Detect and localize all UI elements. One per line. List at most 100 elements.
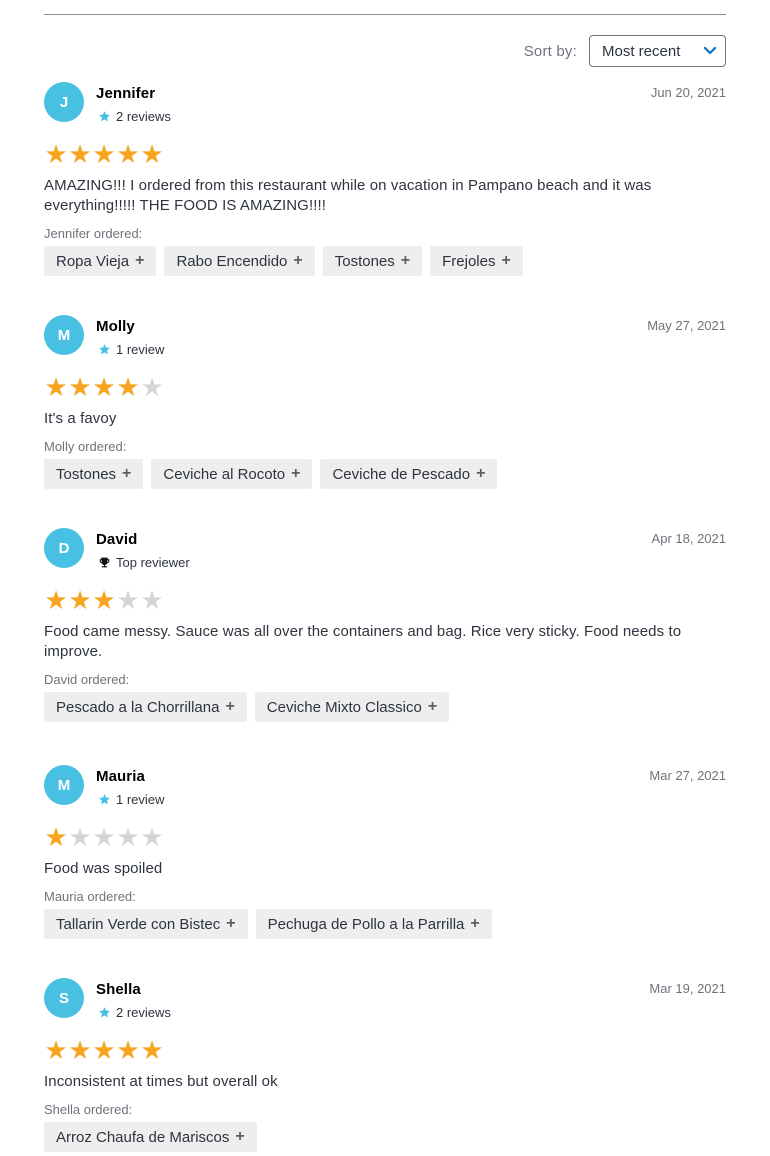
avatar: J — [44, 82, 84, 122]
ordered-item-chip[interactable]: Ceviche de Pescado + — [320, 459, 498, 489]
trophy-icon — [96, 554, 112, 570]
ordered-item-label: Pechuga de Pollo a la Parrilla — [267, 915, 465, 933]
review-card: J Jennifer 2 reviews Jun 20, 2021 ★ ★ ★ ★ ★ … — [44, 82, 726, 276]
star-empty-icon: ★ — [140, 822, 164, 852]
star-empty-icon: ★ — [68, 822, 92, 852]
review-date: Jun 20, 2021 — [650, 85, 726, 100]
review-text: Food came messy. Sauce was all over the … — [44, 623, 682, 660]
review-header: J Jennifer 2 reviews Jun 20, 2021 — [44, 82, 726, 134]
star-empty-icon: ★ — [116, 822, 140, 852]
star-filled-icon: ★ — [116, 1035, 140, 1065]
ordered-item-label: Ropa Vieja — [56, 252, 130, 270]
plus-icon: + — [501, 252, 511, 269]
ordered-item-label: Pescado a la Chorrillana — [56, 698, 220, 716]
sort-control: Sort by: Most recent — [524, 35, 726, 67]
ordered-item-chip[interactable]: Pescado a la Chorrillana + — [44, 692, 247, 722]
ordered-item-label: Arroz Chaufa de Mariscos — [56, 1128, 230, 1146]
reviewer-meta: Top reviewer — [96, 554, 190, 570]
star-empty-icon: ★ — [116, 585, 140, 615]
chevron-down-icon — [703, 46, 717, 56]
review-header: S Shella 2 reviews Mar 19, 2021 — [44, 978, 726, 1030]
plus-icon: + — [470, 915, 480, 932]
ordered-items: Tostones + Ceviche al Rocoto + Ceviche de Pe… — [44, 459, 726, 489]
section-divider — [44, 14, 726, 15]
reviewer-meta-text: 2 reviews — [116, 108, 171, 124]
star-filled-icon: ★ — [92, 1035, 116, 1065]
ordered-label: Molly ordered: — [44, 439, 127, 454]
avatar: D — [44, 528, 84, 568]
ordered-item-chip[interactable]: Arroz Chaufa de Mariscos + — [44, 1122, 257, 1152]
ordered-item-label: Tallarin Verde con Bistec — [56, 915, 221, 933]
reviewer-name: David — [96, 531, 138, 548]
star-rating: ★ ★ ★ ★ ★ — [44, 822, 726, 852]
reviewer-meta-text: Top reviewer — [116, 554, 190, 570]
review-date: Mar 27, 2021 — [649, 768, 726, 783]
plus-icon: + — [293, 252, 303, 269]
reviewer-name: Mauria — [96, 768, 145, 785]
star-filled-icon: ★ — [116, 139, 140, 169]
star-empty-icon: ★ — [92, 822, 116, 852]
reviewer-meta-text: 1 review — [116, 341, 165, 357]
ordered-item-chip[interactable]: Ceviche al Rocoto + — [151, 459, 313, 489]
avatar: S — [44, 978, 84, 1018]
plus-icon: + — [226, 915, 236, 932]
star-filled-icon: ★ — [140, 1035, 164, 1065]
star-filled-icon: ★ — [44, 139, 68, 169]
plus-icon: + — [135, 252, 145, 269]
ordered-item-chip[interactable]: Ropa Vieja + — [44, 246, 157, 276]
reviewer-meta: 2 reviews — [96, 108, 171, 124]
ordered-item-chip[interactable]: Frejoles + — [430, 246, 523, 276]
star-filled-icon: ★ — [92, 585, 116, 615]
review-header: D David Top reviewer Apr 18, 2021 — [44, 528, 726, 580]
avatar: M — [44, 765, 84, 805]
ordered-item-label: Frejoles — [442, 252, 496, 270]
reviewer-meta: 2 reviews — [96, 1004, 171, 1020]
review-card: M Molly 1 review May 27, 2021 ★ ★ ★ ★ ★ It's… — [44, 315, 726, 489]
sort-select[interactable]: Most recent — [589, 35, 726, 67]
star-filled-icon: ★ — [140, 139, 164, 169]
reviewer-name: Molly — [96, 318, 135, 335]
plus-icon: + — [427, 698, 438, 715]
star-filled-icon: ★ — [68, 585, 92, 615]
plus-icon: + — [225, 698, 235, 715]
review-date: Mar 19, 2021 — [649, 981, 726, 996]
review-date: May 27, 2021 — [647, 318, 726, 333]
reviewer-name: Jennifer — [96, 85, 156, 102]
star-filled-icon: ★ — [44, 822, 68, 852]
ordered-label: Shella ordered: — [44, 1102, 133, 1117]
star-filled-icon: ★ — [68, 139, 92, 169]
review-card: D David Top reviewer Apr 18, 2021 ★ ★ ★ ★ ★ … — [44, 528, 726, 722]
ordered-items: Arroz Chaufa de Mariscos + — [44, 1122, 726, 1152]
sort-label: Sort by: — [523, 42, 577, 60]
ordered-item-chip[interactable]: Tostones + — [44, 459, 144, 489]
star-rating: ★ ★ ★ ★ ★ — [44, 585, 726, 615]
review-card: M Mauria 1 review Mar 27, 2021 ★ ★ ★ ★ ★ Foo… — [44, 765, 726, 939]
ordered-item-chip[interactable]: Rabo Encendido + — [164, 246, 315, 276]
star-rating: ★ ★ ★ ★ ★ — [44, 139, 726, 169]
ordered-item-label: Rabo Encendido — [176, 252, 288, 270]
ordered-item-label: Ceviche Mixto Classico — [266, 698, 422, 716]
ordered-item-label: Tostones — [334, 252, 395, 270]
star-filled-icon: ★ — [44, 372, 68, 402]
review-header: M Molly 1 review May 27, 2021 — [44, 315, 726, 367]
star-icon — [96, 108, 112, 124]
sort-value: Most recent — [602, 42, 681, 60]
ordered-item-chip[interactable]: Tallarin Verde con Bistec + — [44, 909, 248, 939]
ordered-item-chip[interactable]: Pechuga de Pollo a la Parrilla + — [255, 909, 492, 939]
review-text: AMAZING!!! I ordered from this restauran… — [44, 177, 652, 214]
ordered-item-chip[interactable]: Tostones + — [322, 246, 423, 276]
star-filled-icon: ★ — [116, 372, 140, 402]
star-empty-icon: ★ — [140, 585, 164, 615]
ordered-item-label: Ceviche al Rocoto — [163, 465, 286, 483]
reviewer-name: Shella — [96, 981, 141, 998]
star-icon — [96, 791, 112, 807]
reviewer-meta: 1 review — [96, 341, 164, 357]
reviewer-meta-text: 1 review — [116, 791, 165, 807]
ordered-items: Tallarin Verde con Bistec + Pechuga de Pol… — [44, 909, 726, 939]
ordered-item-label: Ceviche de Pescado — [332, 465, 471, 483]
plus-icon: + — [122, 465, 132, 482]
star-filled-icon: ★ — [92, 139, 116, 169]
plus-icon: + — [476, 465, 486, 482]
ordered-item-chip[interactable]: Ceviche Mixto Classico + — [254, 692, 450, 722]
review-text: It's a favoy — [44, 410, 117, 427]
